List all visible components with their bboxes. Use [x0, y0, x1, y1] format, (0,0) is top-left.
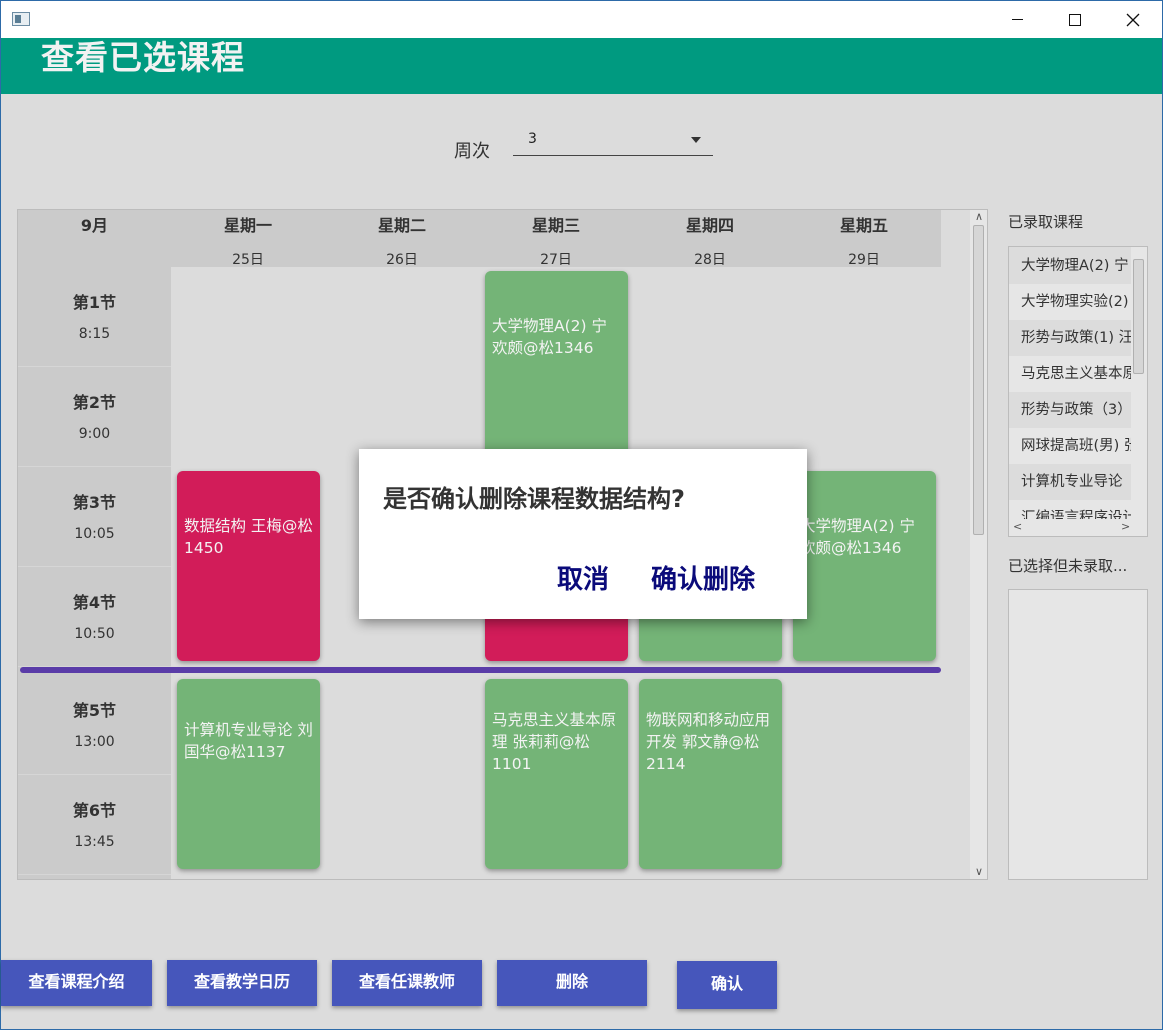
period-time: 9:00	[78, 426, 111, 442]
confirm-delete-dialog: 是否确认删除课程数据结构? 取消 确认删除	[359, 449, 807, 619]
course-card[interactable]: 计算机专业导论 刘国华@松1137	[177, 679, 320, 869]
list-item[interactable]: 大学物理A(2) 宁	[1009, 248, 1131, 284]
period-slot: 第3节 10:05	[18, 467, 171, 567]
course-card[interactable]: 物联网和移动应用开发 郭文静@松2114	[639, 679, 782, 869]
period-time: 8:15	[78, 326, 111, 342]
scroll-right-icon[interactable]: >	[1121, 520, 1130, 533]
scrollbar-thumb[interactable]	[1133, 259, 1144, 374]
delete-button[interactable]: 删除	[497, 960, 647, 1006]
day-date: 25日	[232, 252, 264, 268]
period-name: 第3节	[72, 493, 117, 512]
period-time: 13:45	[74, 834, 115, 850]
list-item[interactable]: 形势与政策(1) 汪	[1009, 320, 1131, 356]
day-date: 27日	[540, 252, 572, 268]
pending-list[interactable]	[1008, 589, 1148, 880]
scroll-down-icon[interactable]: ∨	[970, 865, 987, 879]
timetable-scrollbar[interactable]: ∧ ∨	[970, 210, 987, 879]
page-header: 查看已选课程	[1, 38, 1162, 94]
list-item[interactable]: 网球提高班(男) 张	[1009, 428, 1131, 464]
pending-label: 已选择但未录取...	[1008, 557, 1128, 575]
dialog-confirm-delete-button[interactable]: 确认删除	[651, 559, 755, 596]
dialog-cancel-button[interactable]: 取消	[557, 559, 609, 596]
day-date: 26日	[386, 252, 418, 268]
minimize-button[interactable]	[988, 1, 1046, 38]
list-item[interactable]: 马克思主义基本原	[1009, 356, 1131, 392]
day-name: 星期五	[839, 216, 888, 235]
course-card[interactable]: 大学物理A(2) 宁欢颇@松1346	[793, 471, 936, 661]
week-label: 周次	[454, 141, 490, 162]
list-item[interactable]: 大学物理实验(2)	[1009, 284, 1131, 320]
period-time: 10:50	[74, 626, 115, 642]
day-header: 星期五 29日	[787, 210, 941, 268]
period-time: 10:05	[74, 526, 115, 542]
app-icon	[12, 12, 30, 26]
day-name: 星期一	[223, 216, 272, 235]
course-card[interactable]: 大学物理A(2) 宁欢颇@松1346	[485, 271, 628, 461]
course-card[interactable]: 数据结构 王梅@松1450	[177, 471, 320, 661]
course-card[interactable]: 马克思主义基本原理 张莉莉@松1101	[485, 679, 628, 869]
day-date: 29日	[848, 252, 880, 268]
period-name: 第6节	[72, 801, 117, 820]
enrolled-scrollbar[interactable]	[1131, 247, 1147, 519]
view-teacher-button[interactable]: 查看任课教师	[332, 960, 482, 1006]
period-name: 第4节	[72, 593, 117, 612]
enrolled-hscrollbar[interactable]: < >	[1009, 519, 1147, 536]
day-header: 星期一 25日	[171, 210, 325, 268]
page-title: 查看已选课程	[41, 38, 245, 77]
day-header: 星期二 26日	[325, 210, 479, 268]
week-select[interactable]: 3	[513, 127, 713, 156]
period-name: 第2节	[72, 393, 117, 412]
chevron-down-icon	[691, 137, 701, 143]
period-column: 第1节 8:15 第2节 9:00 第3节 10:05 第4节 10:50 第5…	[18, 267, 171, 879]
scroll-up-icon[interactable]: ∧	[970, 210, 987, 224]
period-slot: 第2节 9:00	[18, 367, 171, 467]
time-divider	[20, 667, 941, 673]
period-name: 第1节	[72, 293, 117, 312]
scroll-left-icon[interactable]: <	[1013, 520, 1022, 533]
day-header: 星期三 27日	[479, 210, 633, 268]
day-name: 星期三	[531, 216, 580, 235]
day-name: 星期二	[377, 216, 426, 235]
scrollbar-thumb[interactable]	[973, 225, 984, 535]
list-item[interactable]: 计算机专业导论	[1009, 464, 1131, 500]
close-button[interactable]	[1104, 1, 1162, 38]
close-icon	[1126, 13, 1140, 26]
month-header: 9月	[18, 210, 171, 267]
week-select-value: 3	[528, 131, 537, 147]
confirm-button[interactable]: 确认	[677, 961, 777, 1009]
enrolled-list[interactable]: 大学物理A(2) 宁 大学物理实验(2) 形势与政策(1) 汪 马克思主义基本原…	[1008, 246, 1148, 537]
period-slot: 第5节 13:00	[18, 675, 171, 775]
enrolled-label: 已录取课程	[1008, 213, 1084, 231]
list-item[interactable]: 形势与政策（3）	[1009, 392, 1131, 428]
day-name: 星期四	[685, 216, 734, 235]
period-slot: 第4节 10:50	[18, 567, 171, 667]
maximize-button[interactable]	[1046, 1, 1104, 38]
period-name: 第5节	[72, 701, 117, 720]
period-slot: 第6节 13:45	[18, 775, 171, 875]
period-time: 13:00	[74, 734, 115, 750]
day-date: 28日	[694, 252, 726, 268]
window-titlebar	[1, 1, 1162, 38]
view-intro-button[interactable]: 查看课程介绍	[1, 960, 152, 1006]
month-label: 9月	[80, 216, 109, 235]
view-calendar-button[interactable]: 查看教学日历	[167, 960, 317, 1006]
day-header: 星期四 28日	[633, 210, 787, 268]
dialog-message: 是否确认删除课程数据结构?	[383, 485, 685, 513]
period-slot: 第1节 8:15	[18, 267, 171, 367]
